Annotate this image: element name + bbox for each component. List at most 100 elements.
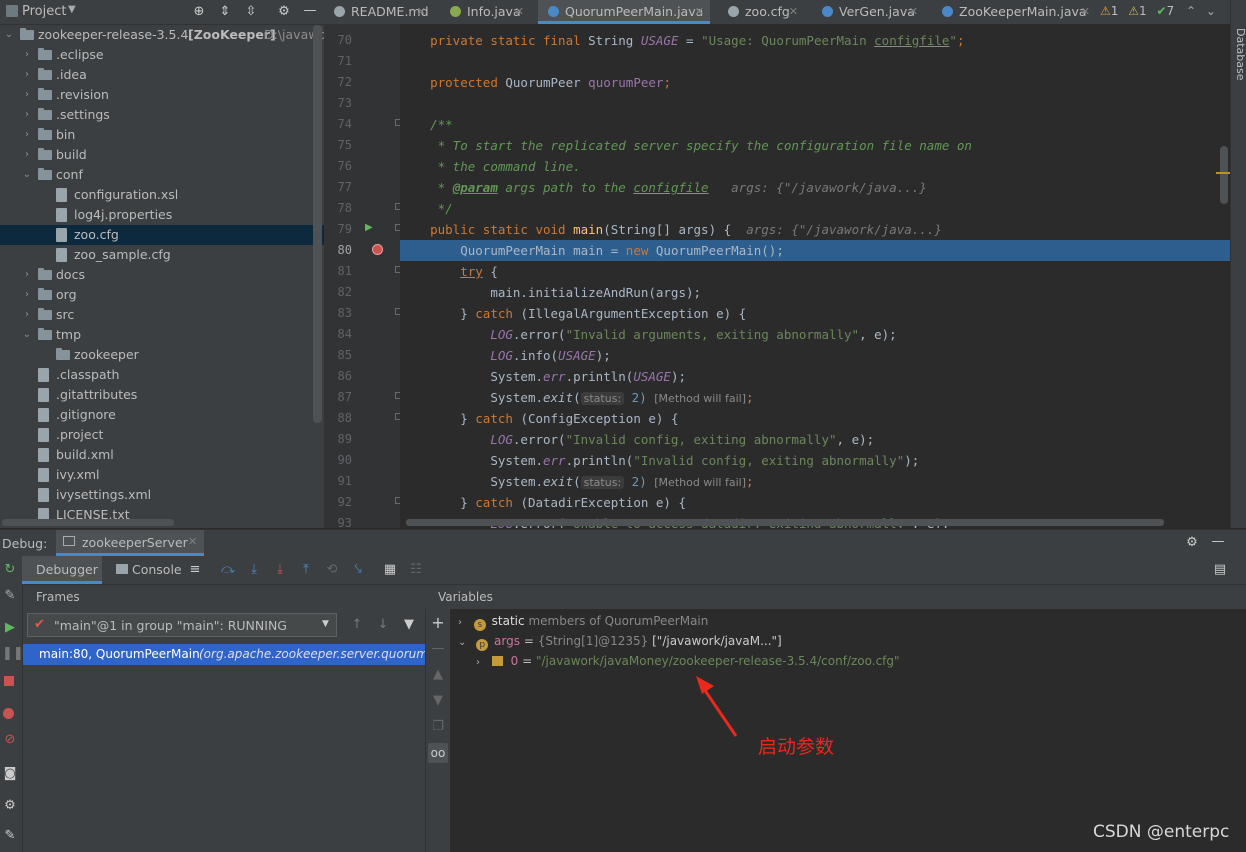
settings-icon[interactable]: ⚙: [2, 798, 18, 814]
evaluate-icon[interactable]: ▦: [382, 562, 398, 578]
close-icon[interactable]: ✕: [789, 0, 798, 24]
close-icon[interactable]: ✕: [515, 0, 524, 24]
run-gutter-icon[interactable]: ▶: [365, 222, 373, 233]
filter-icon[interactable]: ▼: [401, 617, 417, 633]
tree-item[interactable]: log4j.properties: [0, 205, 324, 225]
code-editor[interactable]: private static final String USAGE = "Usa…: [400, 24, 1230, 528]
tree-item[interactable]: .gitignore: [0, 405, 324, 425]
tree-item[interactable]: .gitattributes: [0, 385, 324, 405]
error-stripe-mark[interactable]: [1216, 172, 1230, 174]
pause-icon[interactable]: ❚❚: [2, 646, 24, 662]
editor-tab[interactable]: README.md ✕: [324, 0, 432, 24]
add-watch-icon[interactable]: +: [430, 615, 446, 631]
wrench-icon[interactable]: ✎: [2, 588, 18, 604]
tree-scrollbar[interactable]: [313, 25, 322, 423]
thread-selector[interactable]: ✔ "main"@1 in group "main": RUNNING ▼: [27, 613, 337, 637]
chevron-right-icon[interactable]: ›: [22, 45, 32, 65]
var-row-args[interactable]: ⌄ p args = {String[1]@1235} ["/javawork/…: [458, 631, 782, 651]
rerun-icon[interactable]: ↻: [2, 562, 18, 578]
show-execution-point-icon[interactable]: ⤼: [220, 562, 236, 578]
editor-tab[interactable]: QuorumPeerMain.java ✕: [538, 0, 710, 24]
tree-item[interactable]: › .revision: [0, 85, 324, 105]
view-breakpoints-icon[interactable]: [3, 708, 14, 719]
camera-icon[interactable]: ◙: [2, 766, 18, 782]
tree-item[interactable]: .project: [0, 425, 324, 445]
drop-frame-icon[interactable]: ⟲: [324, 562, 340, 578]
expand-all-icon[interactable]: ⇕: [217, 4, 233, 20]
menu-icon[interactable]: ≡: [187, 562, 203, 578]
tree-item[interactable]: › .settings: [0, 105, 324, 125]
hide-icon[interactable]: —: [302, 3, 318, 19]
collapse-all-icon[interactable]: ⇳: [243, 4, 259, 20]
editor-tab[interactable]: Info.java ✕: [440, 0, 530, 24]
tree-item[interactable]: zoo_sample.cfg: [0, 245, 324, 265]
tree-item[interactable]: configuration.xsl: [0, 185, 324, 205]
tree-item[interactable]: › .idea: [0, 65, 324, 85]
resume-icon[interactable]: ▶: [2, 620, 18, 636]
glasses-icon[interactable]: oo: [428, 743, 448, 763]
copy-icon[interactable]: ❐: [430, 719, 446, 735]
project-dropdown-icon[interactable]: ▼: [68, 4, 76, 15]
move-up-icon[interactable]: ▲: [430, 667, 446, 683]
layout-icon[interactable]: ▤: [1212, 562, 1228, 578]
chevron-right-icon[interactable]: ›: [22, 65, 32, 85]
tree-item[interactable]: ⌄ tmp: [0, 325, 324, 345]
chevron-right-icon[interactable]: ›: [22, 85, 32, 105]
tree-item[interactable]: › org: [0, 285, 324, 305]
tree-item[interactable]: ⌄ conf: [0, 165, 324, 185]
chevron-right-icon[interactable]: ›: [22, 305, 32, 325]
mute-breakpoints-icon[interactable]: ⊘: [2, 732, 18, 748]
debug-session-tab[interactable]: zookeeperServer ✕: [56, 530, 204, 556]
chevron-down-icon[interactable]: ⌄: [1206, 4, 1216, 18]
editor-tab[interactable]: zoo.cfg ✕: [718, 0, 804, 24]
arrow-down-icon[interactable]: ↓: [375, 617, 391, 633]
tree-item[interactable]: zoo.cfg: [0, 225, 324, 245]
var-row-element[interactable]: › 0 = "/javawork/javaMoney/zookeeper-rel…: [476, 651, 900, 671]
breakpoint-icon[interactable]: [372, 244, 383, 255]
tree-hscrollbar[interactable]: [2, 519, 174, 526]
move-down-icon[interactable]: ▼: [430, 693, 446, 709]
chevron-down-icon[interactable]: ⌄: [4, 25, 14, 45]
tree-item[interactable]: › build: [0, 145, 324, 165]
inspection-widget[interactable]: ⚠1 ⚠1 ✔7 ⌃ ⌄: [1100, 4, 1216, 18]
editor-hscrollbar[interactable]: [406, 519, 1164, 526]
tree-item[interactable]: ivysettings.xml: [0, 485, 324, 505]
locate-icon[interactable]: ⊕: [191, 4, 207, 20]
remove-watch-icon[interactable]: —: [430, 641, 446, 657]
tree-item[interactable]: zookeeper: [0, 345, 324, 365]
gear-icon[interactable]: ⚙: [276, 4, 292, 20]
chevron-down-icon[interactable]: ⌄: [22, 325, 32, 345]
run-to-cursor-icon[interactable]: ⤥: [350, 562, 366, 578]
close-icon[interactable]: ✕: [417, 0, 426, 24]
gear-icon[interactable]: ⚙: [1184, 535, 1200, 551]
chevron-right-icon[interactable]: ›: [22, 145, 32, 165]
close-icon[interactable]: ✕: [695, 0, 704, 24]
chevron-right-icon[interactable]: ›: [22, 265, 32, 285]
editor-vscrollbar[interactable]: [1220, 146, 1228, 204]
tree-item[interactable]: ⌄ zookeeper-release-3.5.4 [ZooKeeper] D:\ja…: [0, 25, 324, 45]
project-title[interactable]: Project: [22, 4, 66, 19]
hide-icon[interactable]: —: [1210, 534, 1226, 550]
stop-icon[interactable]: [4, 676, 14, 686]
var-row-static[interactable]: › s static members of QuorumPeerMain: [458, 611, 708, 631]
close-icon[interactable]: ✕: [188, 535, 197, 548]
step-into-icon[interactable]: ⤓: [272, 562, 288, 578]
chevron-down-icon[interactable]: ⌄: [22, 165, 32, 185]
tree-item[interactable]: › bin: [0, 125, 324, 145]
step-out-icon[interactable]: ⤒: [298, 562, 314, 578]
chevron-up-icon[interactable]: ⌃: [1186, 4, 1196, 18]
frame-row[interactable]: main:80, QuorumPeerMain (org.apache.zook…: [23, 644, 425, 665]
chevron-right-icon[interactable]: ›: [22, 105, 32, 125]
chevron-right-icon[interactable]: ›: [22, 125, 32, 145]
editor-tab[interactable]: ZooKeeperMain.java ✕: [932, 0, 1096, 24]
tree-item[interactable]: ivy.xml: [0, 465, 324, 485]
tab-console[interactable]: Console: [108, 556, 196, 584]
chevron-right-icon[interactable]: ›: [22, 285, 32, 305]
arrow-up-icon[interactable]: ↑: [349, 617, 365, 633]
close-icon[interactable]: ✕: [1081, 0, 1090, 24]
tree-item[interactable]: build.xml: [0, 445, 324, 465]
tree-item[interactable]: › src: [0, 305, 324, 325]
pin-icon[interactable]: ✎: [2, 828, 18, 844]
editor-tab[interactable]: VerGen.java ✕: [812, 0, 924, 24]
tab-debugger[interactable]: Debugger: [22, 556, 102, 584]
